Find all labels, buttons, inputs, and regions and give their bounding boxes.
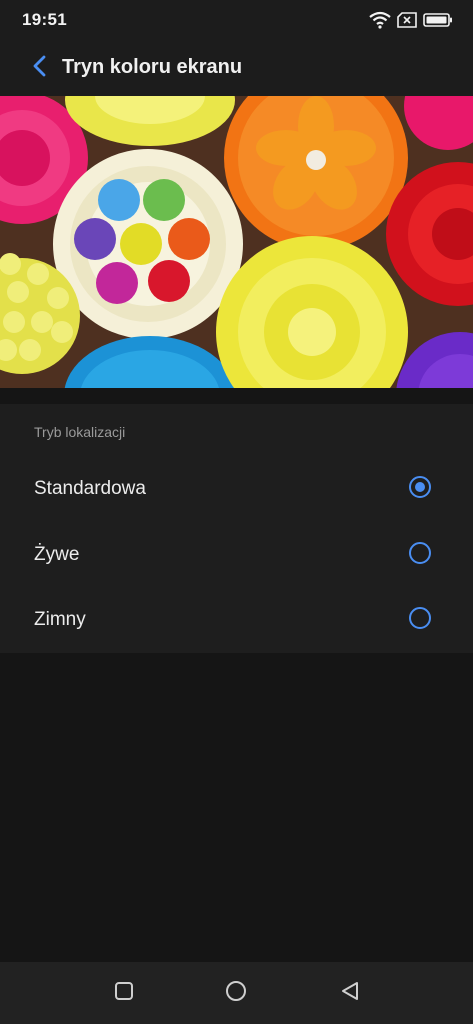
home-button[interactable] bbox=[223, 980, 249, 1006]
color-mode-options: Tryb lokalizacji Standardowa Żywe Zimny bbox=[0, 404, 473, 653]
wifi-icon bbox=[369, 11, 391, 29]
radio-button[interactable] bbox=[409, 607, 431, 629]
radio-button[interactable] bbox=[409, 542, 431, 564]
page-title: Tryn koloru ekranu bbox=[62, 56, 243, 78]
option-cool[interactable]: Zimny bbox=[0, 589, 473, 651]
option-standard[interactable]: Standardowa bbox=[0, 458, 473, 520]
home-circle-icon bbox=[224, 979, 248, 1008]
back-button[interactable] bbox=[26, 54, 54, 82]
status-bar: 19:51 bbox=[0, 0, 473, 40]
battery-icon bbox=[423, 12, 453, 28]
section-label: Tryb lokalizacji bbox=[34, 424, 126, 440]
sim-absent-icon bbox=[397, 12, 417, 28]
radio-button-selected[interactable] bbox=[409, 476, 431, 498]
option-label: Standardowa bbox=[34, 478, 146, 499]
option-label: Zimny bbox=[34, 609, 86, 630]
recents-square-icon bbox=[113, 980, 135, 1007]
option-label: Żywe bbox=[34, 544, 80, 565]
back-triangle-icon bbox=[339, 980, 361, 1007]
section-spacer bbox=[0, 388, 473, 404]
option-vivid[interactable]: Żywe bbox=[0, 524, 473, 586]
recents-button[interactable] bbox=[111, 980, 137, 1006]
nav-back-button[interactable] bbox=[337, 980, 363, 1006]
chevron-left-icon bbox=[32, 55, 48, 82]
status-icons bbox=[369, 11, 453, 29]
status-time: 19:51 bbox=[22, 10, 67, 29]
screen: 19:51 Tryn koloru ekranu Tryb lokalizacj… bbox=[0, 0, 473, 1024]
color-preview-image bbox=[0, 96, 473, 388]
system-nav-bar bbox=[0, 962, 473, 1024]
app-header: Tryn koloru ekranu bbox=[0, 40, 473, 96]
